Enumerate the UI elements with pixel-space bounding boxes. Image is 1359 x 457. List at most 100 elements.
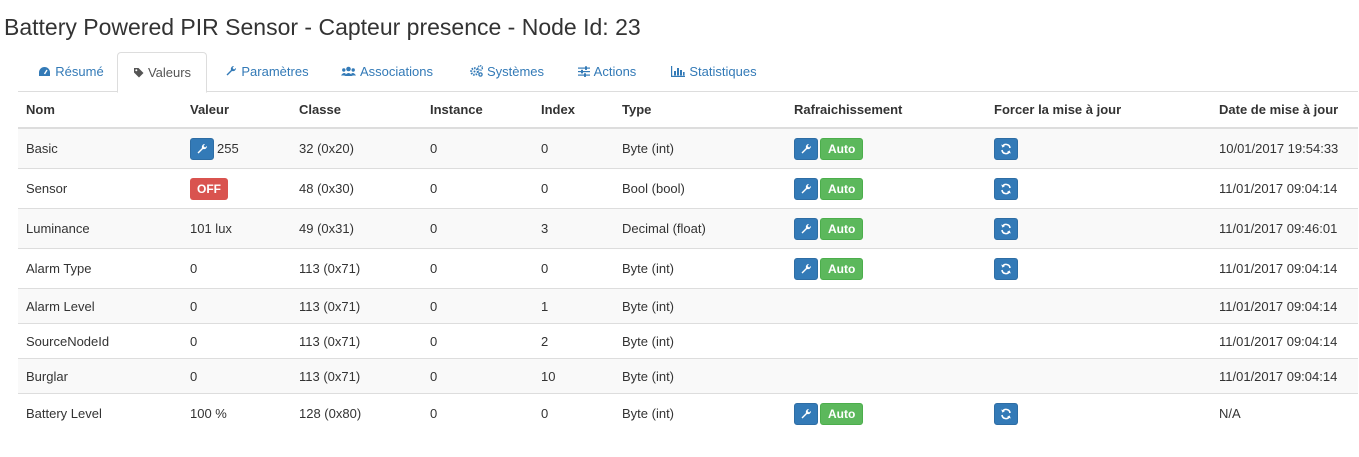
cell-valeur: 255 (182, 127, 291, 169)
cell-instance: 0 (422, 358, 533, 394)
cell-date: 11/01/2017 09:04:14 (1211, 323, 1358, 359)
refresh-config-button[interactable] (794, 137, 818, 160)
tab-valeurs[interactable]: Valeurs (117, 52, 207, 93)
cell-date: N/A (1211, 393, 1358, 433)
refresh-icon (1001, 223, 1011, 234)
cell-index: 10 (533, 358, 614, 394)
value-text: 255 (217, 141, 239, 156)
refresh-icon (1001, 408, 1011, 419)
tab-label: Actions (593, 64, 637, 79)
header-nom: Nom (18, 92, 182, 129)
cell-date: 10/01/2017 19:54:33 (1211, 127, 1358, 169)
refresh-icon (1001, 143, 1011, 154)
cell-instance: 0 (422, 288, 533, 324)
tab-resume[interactable]: Résumé (26, 52, 116, 92)
tab-label: Paramètres (241, 64, 309, 79)
cell-valeur: 0 (182, 323, 291, 359)
refresh-config-button[interactable] (794, 177, 818, 200)
cell-date: 11/01/2017 09:04:14 (1211, 358, 1358, 394)
cell-instance: 0 (422, 127, 533, 169)
cell-type: Decimal (float) (614, 208, 786, 249)
force-update-button[interactable] (994, 257, 1018, 280)
cell-instance: 0 (422, 393, 533, 433)
auto-button[interactable]: Auto (820, 177, 864, 200)
cell-instance: 0 (422, 323, 533, 359)
cell-valeur: 0 (182, 288, 291, 324)
header-forcer: Forcer la mise à jour (986, 92, 1211, 129)
force-update-button[interactable] (994, 177, 1018, 200)
wrench-icon (801, 263, 812, 273)
cell-index: 1 (533, 288, 614, 324)
force-update-button[interactable] (994, 217, 1018, 240)
table-row: Battery Level 100 % 128 (0x80) 0 0 Byte … (18, 393, 1358, 433)
tab-actions[interactable]: Actions (571, 52, 643, 92)
cell-classe: 48 (0x30) (291, 168, 422, 209)
cell-index: 0 (533, 127, 614, 169)
cell-classe: 113 (0x71) (291, 323, 422, 359)
refresh-icon (1001, 263, 1011, 274)
tab-label: Associations (360, 64, 433, 79)
cell-refresh: Auto (786, 208, 986, 249)
tab-parametres[interactable]: Paramètres (217, 52, 317, 92)
cell-classe: 128 (0x80) (291, 393, 422, 433)
cell-index: 2 (533, 323, 614, 359)
header-date: Date de mise à jour (1211, 92, 1358, 129)
cell-refresh (786, 288, 986, 324)
cell-index: 0 (533, 393, 614, 433)
cell-index: 3 (533, 208, 614, 249)
sliders-icon (577, 53, 590, 93)
tab-systemes[interactable]: Systèmes (461, 52, 553, 92)
table-row: Alarm Level 0 113 (0x71) 0 1 Byte (int) … (18, 288, 1358, 324)
cell-instance: 0 (422, 248, 533, 289)
cell-date: 11/01/2017 09:46:01 (1211, 208, 1358, 249)
cell-classe: 49 (0x31) (291, 208, 422, 249)
cell-nom: Burglar (18, 358, 182, 394)
cell-nom: Alarm Level (18, 288, 182, 324)
cell-type: Byte (int) (614, 248, 786, 289)
table-row: Basic 255 32 (0x20) 0 0 Byte (int) Auto … (18, 127, 1358, 169)
cell-valeur: 0 (182, 248, 291, 289)
dashboard-icon (38, 53, 51, 93)
cell-force (986, 323, 1211, 359)
cogs-icon (470, 53, 484, 93)
values-table: Nom Valeur Classe Instance Index Type Ra… (18, 92, 1358, 433)
refresh-config-button[interactable] (794, 217, 818, 240)
force-update-button[interactable] (994, 137, 1018, 160)
wrench-icon (197, 143, 208, 153)
cell-instance: 0 (422, 208, 533, 249)
cell-type: Bool (bool) (614, 168, 786, 209)
cell-valeur: OFF (182, 168, 291, 209)
cell-valeur: 0 (182, 358, 291, 394)
cell-refresh: Auto (786, 168, 986, 209)
cell-date: 11/01/2017 09:04:14 (1211, 168, 1358, 209)
cell-force (986, 168, 1211, 209)
cell-classe: 113 (0x71) (291, 248, 422, 289)
tab-bar: Résumé Valeurs Paramètres Associations S… (18, 52, 1358, 93)
tab-label: Systèmes (486, 64, 545, 79)
tab-associations[interactable]: Associations (332, 52, 442, 92)
cell-nom: Sensor (18, 168, 182, 209)
force-update-button[interactable] (994, 402, 1018, 425)
page-title: Battery Powered PIR Sensor - Capteur pre… (4, 14, 641, 40)
header-valeur: Valeur (182, 92, 291, 129)
table-header-row: Nom Valeur Classe Instance Index Type Ra… (18, 92, 1358, 129)
auto-button[interactable]: Auto (820, 402, 864, 425)
tab-statistiques[interactable]: Statistiques (662, 52, 766, 92)
refresh-config-button[interactable] (794, 257, 818, 280)
wrench-icon (801, 143, 812, 153)
tag-icon (133, 54, 144, 94)
auto-button[interactable]: Auto (820, 217, 864, 240)
header-classe: Classe (291, 92, 422, 129)
wrench-icon (801, 408, 812, 418)
edit-value-button[interactable] (190, 137, 214, 160)
cell-force (986, 127, 1211, 169)
auto-button[interactable]: Auto (820, 137, 864, 160)
cell-classe: 32 (0x20) (291, 127, 422, 169)
wrench-icon (225, 53, 237, 93)
table-row: Sensor OFF 48 (0x30) 0 0 Bool (bool) Aut… (18, 168, 1358, 209)
header-index: Index (533, 92, 614, 129)
cell-instance: 0 (422, 168, 533, 209)
refresh-config-button[interactable] (794, 402, 818, 425)
cell-valeur: 100 % (182, 393, 291, 433)
auto-button[interactable]: Auto (820, 257, 864, 280)
